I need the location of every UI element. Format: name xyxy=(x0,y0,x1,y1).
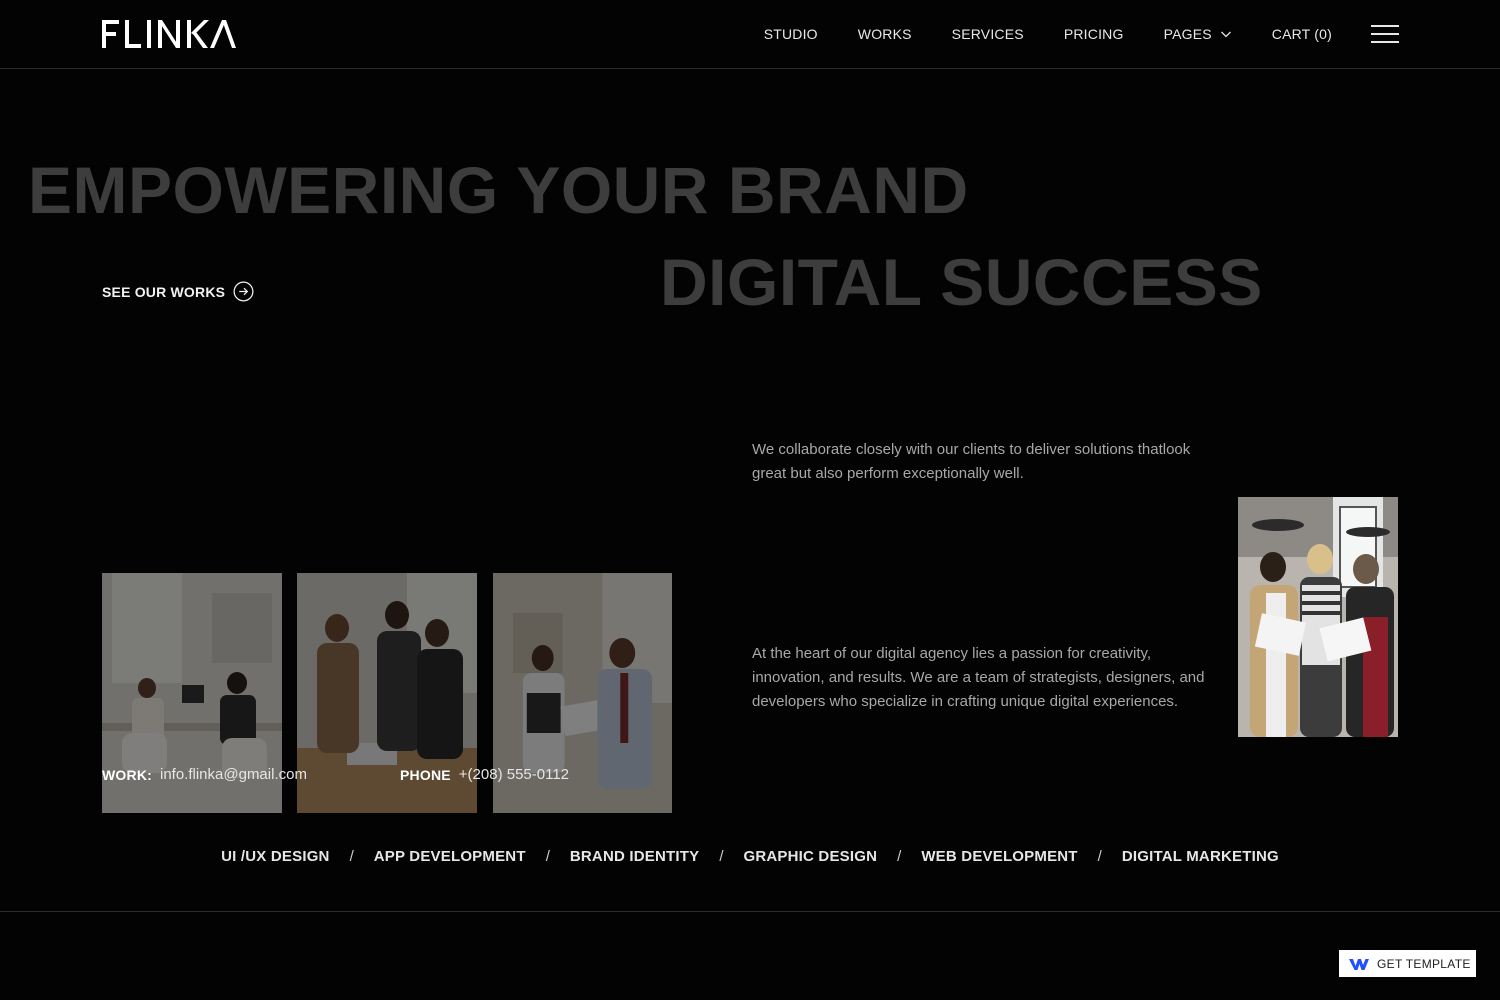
service-separator: / xyxy=(349,848,354,865)
service-item: APP DEVELOPMENT xyxy=(373,848,526,865)
team-photo-reviewing-papers xyxy=(1238,497,1398,737)
work-email-label: WORK: xyxy=(102,767,152,783)
service-separator: / xyxy=(719,848,724,865)
nav-studio[interactable]: STUDIO xyxy=(764,26,818,42)
phone-label: PHONE xyxy=(400,767,451,783)
main-nav: STUDIO WORKS SERVICES PRICING PAGES CART… xyxy=(764,0,1332,68)
service-item: GRAPHIC DESIGN xyxy=(743,848,878,865)
section-divider xyxy=(0,911,1500,912)
service-item: UI /UX DESIGN xyxy=(221,848,330,865)
phone-contact: PHONE +(208) 555-0112 xyxy=(400,765,569,785)
hamburger-icon[interactable] xyxy=(1371,24,1399,44)
nav-pages-label: PAGES xyxy=(1163,26,1212,42)
phone-value[interactable]: +(208) 555-0112 xyxy=(459,765,569,785)
arrow-right-circle-icon xyxy=(233,281,254,302)
service-item: WEB DEVELOPMENT xyxy=(921,848,1078,865)
about-paragraph-2: At the heart of our digital agency lies … xyxy=(752,645,1205,710)
get-template-button[interactable]: GET TEMPLATE xyxy=(1339,950,1476,977)
flinka-logo[interactable] xyxy=(102,18,236,50)
nav-works[interactable]: WORKS xyxy=(858,26,912,42)
nav-pricing[interactable]: PRICING xyxy=(1064,26,1124,42)
nav-services[interactable]: SERVICES xyxy=(952,26,1024,42)
nav-cart[interactable]: CART (0) xyxy=(1272,26,1332,42)
work-email-contact: WORK: info.flinka@gmail.com xyxy=(102,765,307,785)
see-our-works-label: SEE OUR WORKS xyxy=(102,283,226,300)
chevron-down-icon xyxy=(1220,31,1231,38)
webflow-icon xyxy=(1349,958,1369,970)
services-strip: UI /UX DESIGN / APP DEVELOPMENT / BRAND … xyxy=(0,848,1500,865)
hero-headline-line1: EMPOWERING YOUR BRAND xyxy=(28,153,969,227)
service-separator: / xyxy=(1097,848,1102,865)
see-our-works-link[interactable]: SEE OUR WORKS xyxy=(102,281,254,302)
hero-headline-line2: DIGITAL SUCCESS xyxy=(660,245,1263,319)
work-email-value[interactable]: info.flinka@gmail.com xyxy=(160,765,307,785)
service-item: DIGITAL MARKETING xyxy=(1121,848,1279,865)
nav-pages-dropdown[interactable]: PAGES xyxy=(1164,26,1232,42)
about-paragraph-1: We collaborate closely with our clients … xyxy=(752,441,1191,482)
site-header: STUDIO WORKS SERVICES PRICING PAGES CART… xyxy=(0,0,1500,69)
get-template-label: GET TEMPLATE xyxy=(1377,956,1471,971)
service-separator: / xyxy=(897,848,902,865)
service-separator: / xyxy=(545,848,550,865)
service-item: BRAND IDENTITY xyxy=(569,848,700,865)
